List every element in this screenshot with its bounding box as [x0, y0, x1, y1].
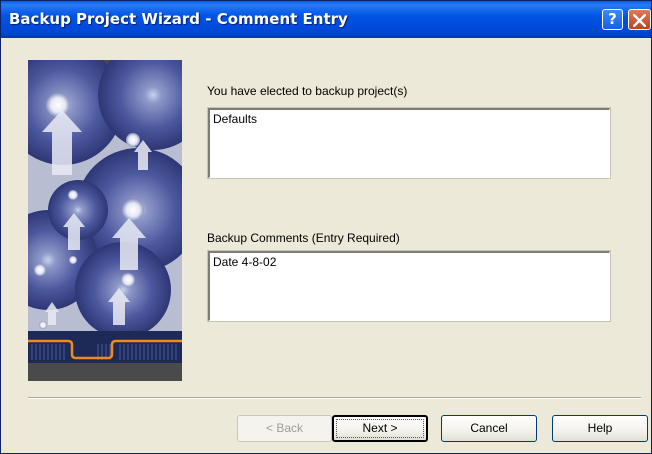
next-button[interactable]: Next > — [332, 415, 428, 442]
question-mark-icon: ? — [608, 10, 617, 28]
comments-textbox[interactable]: Date 4-8-02 — [207, 250, 611, 322]
close-icon — [633, 14, 646, 27]
backup-wizard-dialog: Backup Project Wizard - Comment Entry ? — [0, 0, 652, 454]
disc-arrows-illustration — [28, 60, 182, 381]
back-button[interactable]: < Back — [237, 415, 332, 442]
window-title: Backup Project Wizard - Comment Entry — [9, 10, 348, 28]
title-bar[interactable]: Backup Project Wizard - Comment Entry ? — [1, 1, 651, 38]
projects-label: You have elected to backup project(s) — [207, 84, 408, 98]
help-title-button[interactable]: ? — [602, 9, 623, 30]
comments-label: Backup Comments (Entry Required) — [207, 231, 400, 245]
close-button[interactable] — [628, 9, 651, 30]
wizard-illustration — [28, 60, 182, 381]
help-button[interactable]: Help — [552, 415, 648, 442]
button-separator — [28, 397, 641, 399]
projects-textbox[interactable]: Defaults — [207, 107, 611, 179]
cancel-button[interactable]: Cancel — [441, 415, 537, 442]
